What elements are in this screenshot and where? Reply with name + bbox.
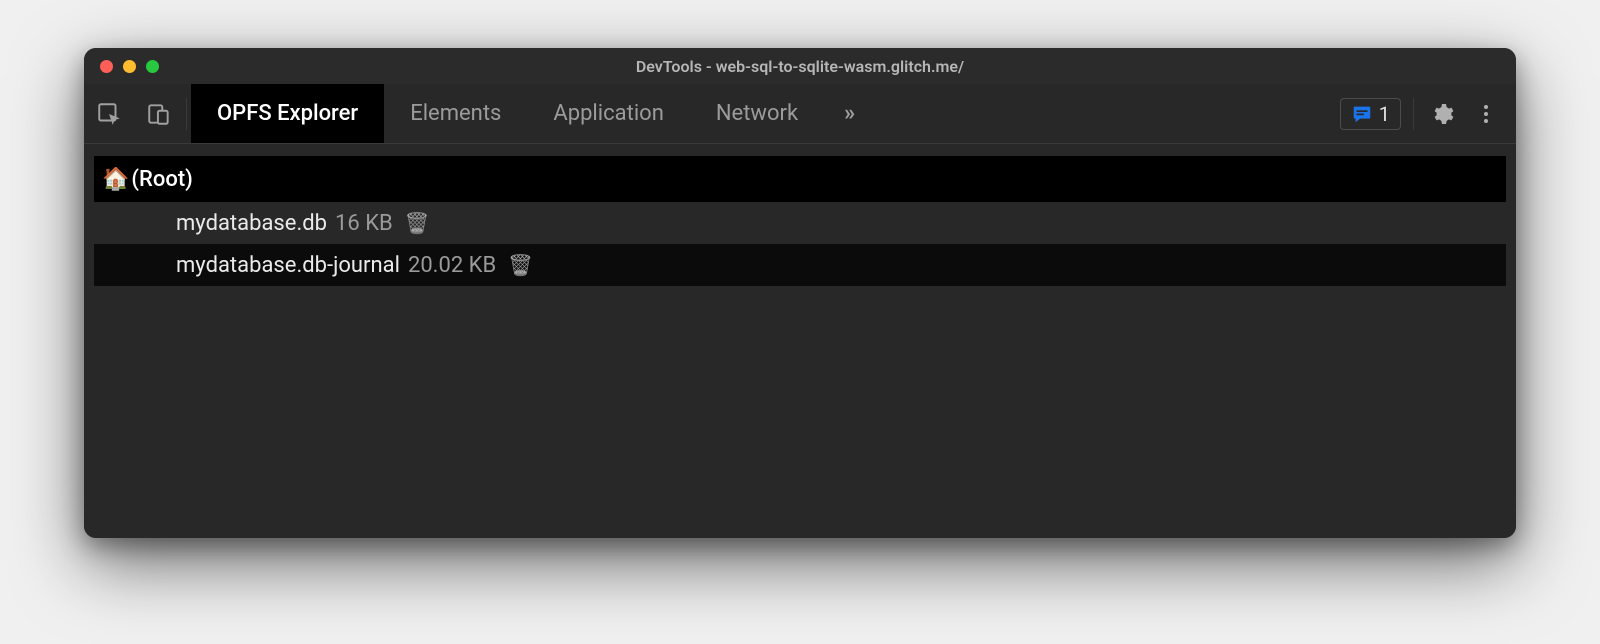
kebab-icon (1474, 102, 1498, 126)
settings-button[interactable] (1420, 92, 1464, 136)
inspect-element-button[interactable] (84, 84, 134, 143)
chevron-double-right-icon: » (844, 101, 857, 126)
file-name: mydatabase.db (176, 211, 327, 236)
delete-file-button[interactable]: 🗑️ (405, 211, 430, 235)
tab-label: OPFS Explorer (217, 101, 358, 126)
issues-count: 1 (1379, 102, 1390, 126)
tab-strip: OPFS Explorer Elements Application Netwo… (191, 84, 877, 143)
zoom-window-button[interactable] (146, 60, 159, 73)
trash-icon: 🗑️ (405, 211, 430, 235)
tab-opfs-explorer[interactable]: OPFS Explorer (191, 84, 384, 143)
toolbar-right: 1 (1340, 84, 1516, 143)
tab-label: Elements (410, 101, 501, 126)
kebab-menu-button[interactable] (1464, 92, 1508, 136)
toolbar-left: OPFS Explorer Elements Application Netwo… (84, 84, 877, 143)
file-row[interactable]: mydatabase.db 16 KB 🗑️ (94, 202, 1506, 244)
opfs-explorer-panel: 🏠 (Root) mydatabase.db 16 KB 🗑️ mydataba… (84, 144, 1516, 538)
issues-button[interactable]: 1 (1340, 98, 1401, 130)
file-size: 20.02 KB (408, 253, 496, 278)
root-label: (Root) (131, 167, 192, 192)
toolbar-divider (1413, 98, 1414, 130)
toolbar-divider (186, 98, 187, 130)
tab-network[interactable]: Network (690, 84, 824, 143)
tab-application[interactable]: Application (527, 84, 689, 143)
window-titlebar: DevTools - web-sql-to-sqlite-wasm.glitch… (84, 48, 1516, 84)
minimize-window-button[interactable] (123, 60, 136, 73)
devtools-toolbar: OPFS Explorer Elements Application Netwo… (84, 84, 1516, 144)
inspect-icon (96, 101, 122, 127)
traffic-lights (84, 60, 159, 73)
trash-icon: 🗑️ (508, 253, 533, 277)
file-row[interactable]: mydatabase.db-journal 20.02 KB 🗑️ (94, 244, 1506, 286)
more-tabs-button[interactable]: » (824, 84, 877, 143)
toggle-device-toolbar-button[interactable] (134, 84, 184, 143)
tab-label: Network (716, 101, 798, 126)
file-name: mydatabase.db-journal (176, 253, 400, 278)
home-icon: 🏠 (102, 167, 129, 192)
chat-icon (1351, 103, 1373, 125)
close-window-button[interactable] (100, 60, 113, 73)
tab-label: Application (553, 101, 663, 126)
tree-root-row[interactable]: 🏠 (Root) (94, 156, 1506, 202)
window-title: DevTools - web-sql-to-sqlite-wasm.glitch… (84, 57, 1516, 76)
tab-elements[interactable]: Elements (384, 84, 527, 143)
devtools-window: DevTools - web-sql-to-sqlite-wasm.glitch… (84, 48, 1516, 538)
devices-icon (146, 101, 172, 127)
delete-file-button[interactable]: 🗑️ (508, 253, 533, 277)
file-size: 16 KB (335, 211, 393, 236)
gear-icon (1430, 102, 1454, 126)
